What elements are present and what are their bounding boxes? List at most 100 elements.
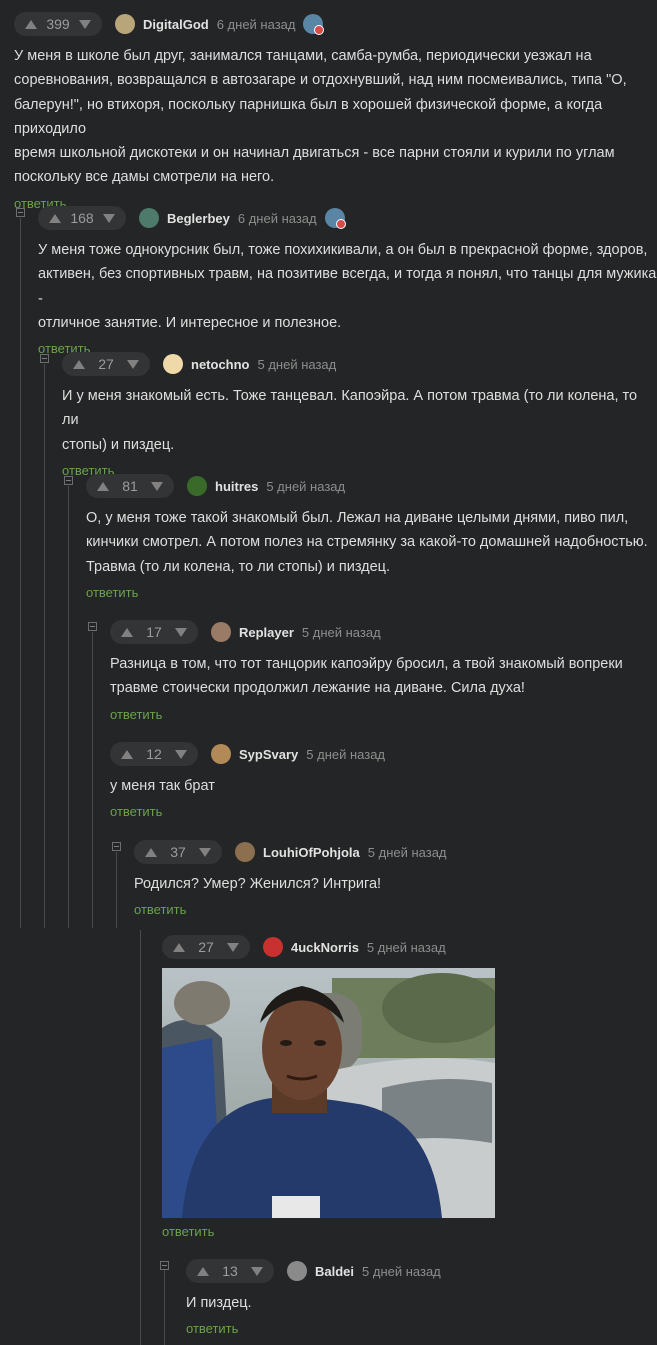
author-name[interactable]: 4uckNorris (291, 940, 359, 955)
score: 17 (146, 624, 162, 640)
rating-control: 13 (186, 1259, 274, 1283)
upvote-icon[interactable] (121, 749, 133, 759)
downvote-icon[interactable] (174, 627, 187, 637)
reply-link[interactable]: ответить (162, 1224, 214, 1239)
comment-time[interactable]: 5 дней назад (367, 940, 446, 955)
collapse-toggle[interactable] (160, 1261, 169, 1270)
comment-time[interactable]: 5 дней назад (266, 479, 345, 494)
comment-text: у меня так брат (110, 778, 215, 794)
rating-control: 12 (110, 742, 198, 766)
downvote-icon[interactable] (102, 213, 115, 223)
score: 27 (198, 939, 214, 955)
comment: 27 4uckNorris 5 дней назад (162, 935, 657, 959)
comment-text: У меня в школе был друг, занимался танца… (14, 48, 627, 186)
comment-time[interactable]: 5 дней назад (302, 625, 381, 640)
score: 27 (98, 356, 114, 372)
comment: 17 Replayer 5 дней назад Разница в том, … (110, 620, 657, 722)
collapse-toggle[interactable] (112, 842, 121, 851)
upvote-icon[interactable] (173, 942, 185, 952)
thread-line (164, 1270, 165, 1345)
thread-line (140, 930, 141, 1345)
comment: 27 netochno 5 дней назад И у меня знаком… (62, 352, 657, 478)
upvote-icon[interactable] (49, 213, 61, 223)
rating-control: 37 (134, 840, 222, 864)
score: 399 (46, 16, 70, 32)
downvote-icon[interactable] (226, 942, 239, 952)
score: 12 (146, 746, 162, 762)
comment-time[interactable]: 5 дней назад (306, 747, 385, 762)
author-name[interactable]: Baldei (315, 1264, 354, 1279)
man-photo (162, 968, 495, 1218)
comment-time[interactable]: 6 дней назад (238, 211, 317, 226)
rating-control: 17 (110, 620, 198, 644)
comment: 168 Beglerbey 6 дней назад У меня тоже о… (38, 206, 657, 356)
avatar[interactable] (115, 14, 135, 34)
reply-link[interactable]: ответить (86, 585, 657, 600)
comment-text: У меня тоже однокурсник был, тоже похихи… (38, 242, 657, 331)
downvote-icon[interactable] (126, 359, 139, 369)
score: 37 (170, 844, 186, 860)
collapse-toggle[interactable] (88, 622, 97, 631)
avatar[interactable] (211, 622, 231, 642)
upvote-icon[interactable] (97, 481, 109, 491)
avatar[interactable] (139, 208, 159, 228)
avatar[interactable] (211, 744, 231, 764)
rating-control: 81 (86, 474, 174, 498)
downvote-icon[interactable] (198, 847, 211, 857)
thread-line (116, 852, 117, 928)
thread-line (20, 218, 21, 928)
rating-control: 27 (62, 352, 150, 376)
reply-link[interactable]: ответить (110, 707, 657, 722)
score: 168 (70, 210, 94, 226)
comment: 81 huitres 5 дней назад О, у меня тоже т… (86, 474, 657, 600)
comment-text: И пиздец. (186, 1295, 252, 1311)
comment: 37 LouhiOfPohjola 5 дней назад Родился? … (134, 840, 657, 917)
downvote-icon[interactable] (78, 19, 91, 29)
comment-image[interactable] (162, 968, 495, 1218)
author-name[interactable]: netochno (191, 357, 250, 372)
comment: 399 DigitalGod 6 дней назад У меня в шко… (14, 12, 657, 211)
comment-time[interactable]: 5 дней назад (368, 845, 447, 860)
author-name[interactable]: Replayer (239, 625, 294, 640)
reply-link[interactable]: ответить (186, 1321, 657, 1336)
avatar[interactable] (263, 937, 283, 957)
rating-control: 399 (14, 12, 102, 36)
upvote-icon[interactable] (25, 19, 37, 29)
author-name[interactable]: huitres (215, 479, 258, 494)
comment-text: И у меня знакомый есть. Тоже танцевал. К… (62, 388, 638, 453)
comment-time[interactable]: 6 дней назад (217, 17, 296, 32)
rating-control: 27 (162, 935, 250, 959)
author-name[interactable]: LouhiOfPohjola (263, 845, 360, 860)
author-name[interactable]: SypSvary (239, 747, 298, 762)
thread-line (44, 364, 45, 928)
comment: 12 SypSvary 5 дней назад у меня так брат… (110, 742, 657, 819)
downvote-icon[interactable] (250, 1266, 263, 1276)
comment: 13 Baldei 5 дней назад И пиздец. ответит… (186, 1259, 657, 1336)
thread-line (68, 486, 69, 928)
reply-link[interactable]: ответить (134, 902, 657, 917)
downvote-icon[interactable] (150, 481, 163, 491)
comment-text: О, у меня тоже такой знакомый был. Лежал… (86, 510, 648, 575)
author-name[interactable]: Beglerbey (167, 211, 230, 226)
avatar[interactable] (235, 842, 255, 862)
downvote-icon[interactable] (174, 749, 187, 759)
upvote-icon[interactable] (73, 359, 85, 369)
avatar[interactable] (187, 476, 207, 496)
upvote-icon[interactable] (121, 627, 133, 637)
upvote-icon[interactable] (197, 1266, 209, 1276)
avatar[interactable] (287, 1261, 307, 1281)
comment-text: Разница в том, что тот танцорик капоэйру… (110, 656, 623, 697)
thread-line (92, 632, 93, 928)
comment-text: Родился? Умер? Женился? Интрига! (134, 876, 382, 892)
award-badge-icon (324, 208, 346, 229)
award-badge-icon (303, 14, 325, 35)
author-name[interactable]: DigitalGod (143, 17, 209, 32)
score: 13 (222, 1263, 238, 1279)
comment-time[interactable]: 5 дней назад (362, 1264, 441, 1279)
rating-control: 168 (38, 206, 126, 230)
score: 81 (122, 478, 138, 494)
reply-link[interactable]: ответить (110, 804, 657, 819)
upvote-icon[interactable] (145, 847, 157, 857)
avatar[interactable] (163, 354, 183, 374)
comment-time[interactable]: 5 дней назад (258, 357, 337, 372)
